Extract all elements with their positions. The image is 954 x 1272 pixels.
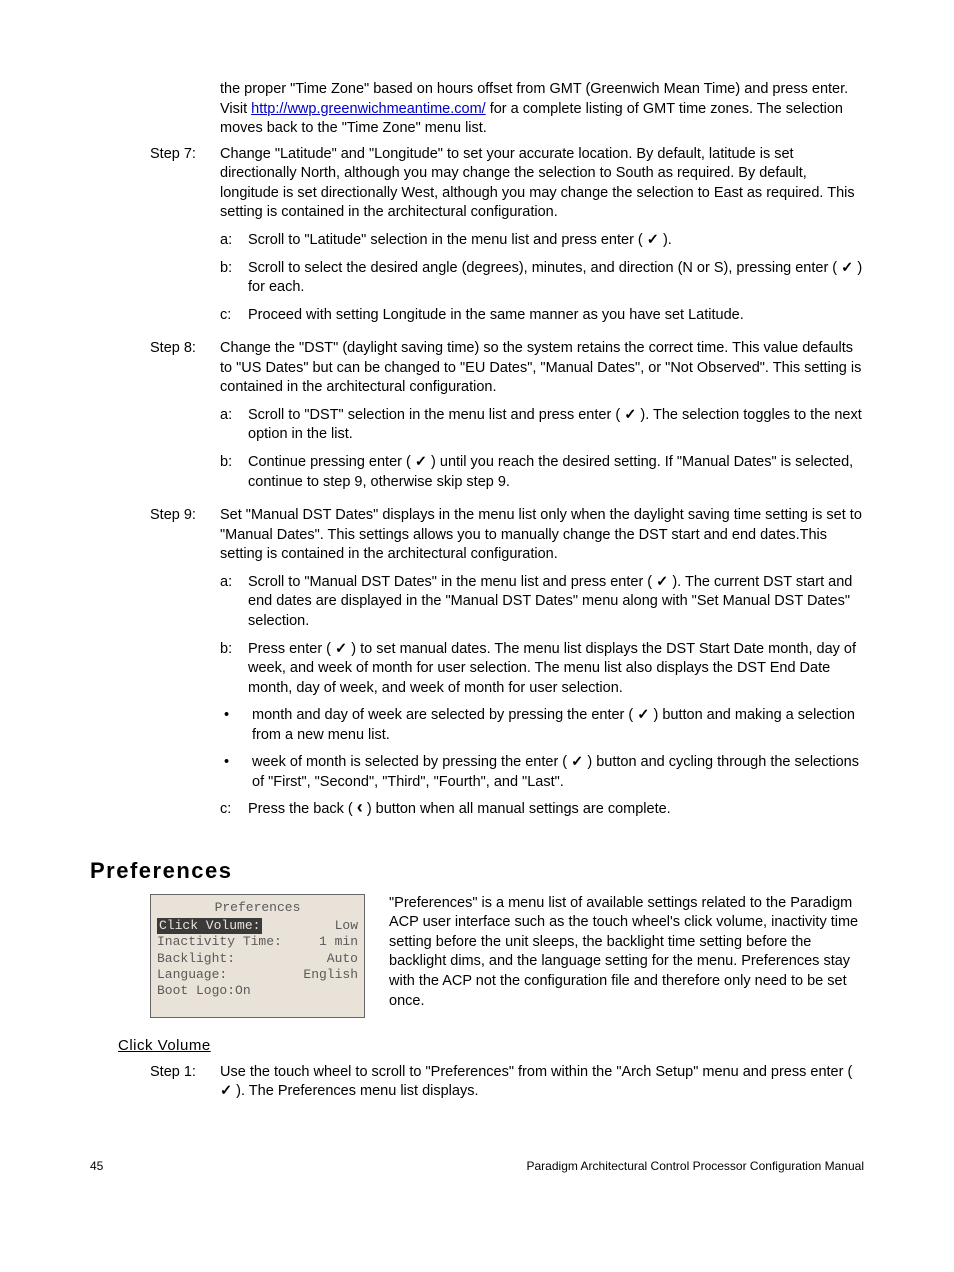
check-icon — [335, 641, 347, 657]
step-9-b: b: Press enter ( ) to set manual dates. … — [220, 640, 864, 699]
lcd-value: English — [303, 967, 358, 983]
page-footer: 45 Paradigm Architectural Control Proces… — [90, 1158, 864, 1174]
step-9-body: Set "Manual DST Dates" displays in the m… — [220, 506, 864, 565]
step-8: Step 8: Change the "DST" (daylight savin… — [150, 339, 864, 500]
step-9: Step 9: Set "Manual DST Dates" displays … — [150, 506, 864, 828]
check-icon — [571, 754, 583, 770]
step-9-c-label: c: — [220, 800, 248, 820]
check-icon — [647, 232, 659, 248]
step-9-label: Step 9: — [150, 506, 220, 828]
check-icon — [624, 407, 636, 423]
lcd-key: Backlight: — [157, 951, 235, 967]
lcd-row: Click Volume: Low — [157, 918, 358, 934]
check-icon — [220, 1083, 232, 1099]
lcd-row: Backlight: Auto — [157, 951, 358, 967]
preferences-heading: Preferences — [90, 856, 864, 886]
bullet-icon: • — [220, 753, 252, 792]
step-8-body: Change the "DST" (daylight saving time) … — [220, 339, 864, 398]
check-icon — [841, 260, 853, 276]
check-icon — [637, 707, 649, 723]
bullet-icon: • — [220, 706, 252, 745]
step-8-b: b: Continue pressing enter ( ) until you… — [220, 453, 864, 492]
step-8-a: a: Scroll to "DST" selection in the menu… — [220, 406, 864, 445]
manual-title: Paradigm Architectural Control Processor… — [527, 1158, 865, 1174]
intro-continuation: the proper "Time Zone" based on hours of… — [150, 80, 864, 139]
step-9-bullet-1: • month and day of week are selected by … — [220, 706, 864, 745]
step-7-b-label: b: — [220, 259, 248, 298]
click-step-1-label: Step 1: — [150, 1063, 220, 1102]
gmt-link[interactable]: http://wwp.greenwichmeantime.com/ — [251, 101, 486, 117]
step-7-c: c: Proceed with setting Longitude in the… — [220, 306, 864, 326]
step-8-a-label: a: — [220, 406, 248, 445]
lcd-value: Auto — [327, 951, 358, 967]
step-7-a-label: a: — [220, 231, 248, 251]
step-9-bullet-2: • week of month is selected by pressing … — [220, 753, 864, 792]
step-7: Step 7: Change "Latitude" and "Longitude… — [150, 145, 864, 334]
lcd-row: Inactivity Time: 1 min — [157, 934, 358, 950]
lcd-row: Language: English — [157, 967, 358, 983]
step-7-c-label: c: — [220, 306, 248, 326]
step-9-a: a: Scroll to "Manual DST Dates" in the m… — [220, 573, 864, 632]
step-7-a: a: Scroll to "Latitude" selection in the… — [220, 231, 864, 251]
lcd-title: Preferences — [157, 899, 358, 917]
lcd-key: Language: — [157, 967, 227, 983]
lcd-value: 1 min — [319, 934, 358, 950]
preferences-description: "Preferences" is a menu list of availabl… — [389, 894, 864, 1011]
check-icon — [656, 574, 668, 590]
lcd-key: Boot Logo:On — [157, 983, 251, 999]
step-7-label: Step 7: — [150, 145, 220, 334]
page-number: 45 — [90, 1158, 103, 1174]
step-9-c: c: Press the back ( ) button when all ma… — [220, 800, 864, 820]
step-9-b-label: b: — [220, 640, 248, 699]
check-icon — [415, 454, 427, 470]
step-8-label: Step 8: — [150, 339, 220, 500]
lcd-panel: Preferences Click Volume:LowInactivity T… — [150, 894, 365, 1019]
lcd-value: Low — [335, 918, 358, 934]
step-7-body: Change "Latitude" and "Longitude" to set… — [220, 145, 864, 223]
lcd-key: Click Volume: — [157, 918, 262, 934]
lcd-key: Inactivity Time: — [157, 934, 282, 950]
step-8-b-label: b: — [220, 453, 248, 492]
click-step-1: Step 1: Use the touch wheel to scroll to… — [150, 1063, 864, 1102]
lcd-row: Boot Logo:On — [157, 983, 358, 999]
step-7-b: b: Scroll to select the desired angle (d… — [220, 259, 864, 298]
click-volume-heading: Click Volume — [118, 1036, 864, 1056]
step-9-a-label: a: — [220, 573, 248, 632]
